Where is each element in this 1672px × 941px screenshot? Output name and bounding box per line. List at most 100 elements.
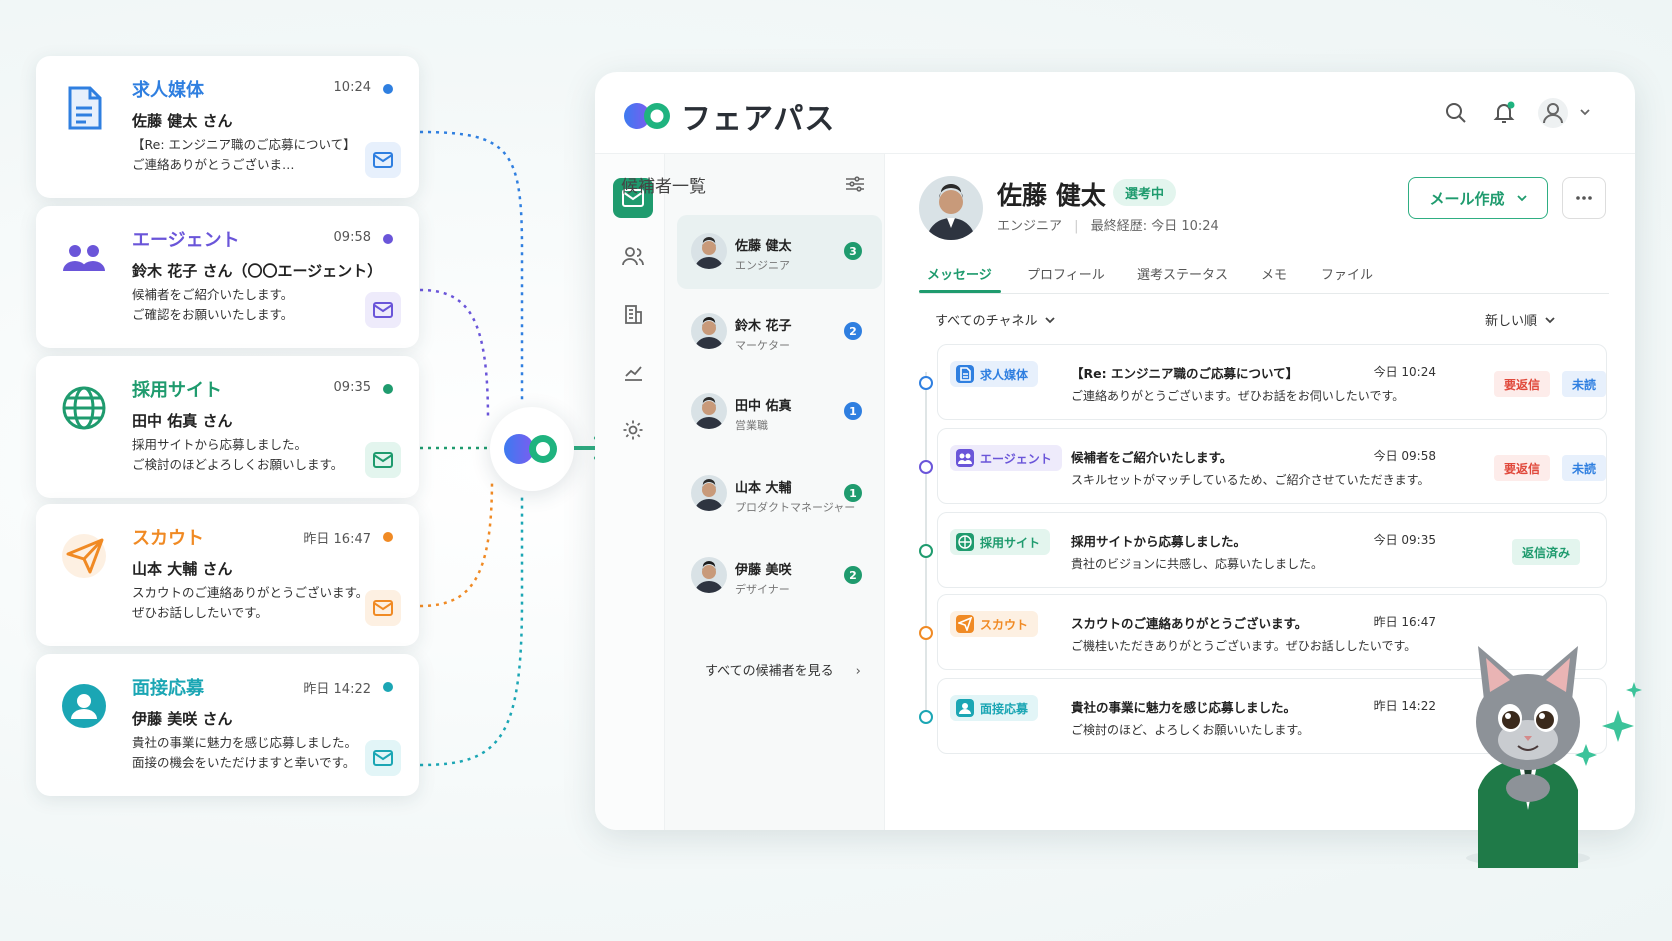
count-badge: 1 bbox=[844, 402, 862, 420]
brand-name: フェアパス bbox=[681, 102, 836, 137]
source-sender: 山本 大輔 さん bbox=[132, 560, 233, 578]
mail-icon[interactable] bbox=[365, 740, 401, 776]
message-body: ご機桂いただきありがとうございます。ぜひお話ししたいです。 bbox=[1071, 639, 1417, 653]
timeline-node bbox=[919, 460, 933, 474]
message-item[interactable]: エージェント 候補者をご紹介いたします。 スキルセットがマッチしているため、ご紹… bbox=[937, 428, 1607, 504]
message-time: 今日 10:24 bbox=[1373, 365, 1436, 379]
see-all-candidates[interactable]: すべての候補者を見る › bbox=[705, 660, 861, 679]
candidate-item[interactable]: 田中 佑真 営業職 1 bbox=[677, 375, 882, 449]
tab-messages[interactable]: メッセージ bbox=[927, 264, 992, 283]
bell-icon[interactable] bbox=[1491, 100, 1517, 126]
candidate-item[interactable]: 佐藤 健太 エンジニア 3 bbox=[677, 215, 882, 289]
channel-icon bbox=[956, 365, 974, 383]
timeline-node bbox=[919, 544, 933, 558]
unread-dot bbox=[383, 84, 393, 94]
unread-dot bbox=[383, 234, 393, 244]
nav-settings[interactable] bbox=[613, 410, 653, 450]
candidates-header: 候補者一覧 bbox=[621, 177, 706, 197]
channel-filter[interactable]: すべてのチャネル bbox=[935, 310, 1056, 329]
source-card-interview[interactable]: 面接応募 昨日 14:22 伊藤 美咲 さん 貴社の事業に魅力を感じ応募しました… bbox=[36, 654, 419, 796]
candidate-role: プロダクトマネージャー bbox=[735, 501, 856, 514]
filter-icon[interactable] bbox=[845, 176, 865, 196]
candidate-item[interactable]: 山本 大輔 プロダクトマネージャー 1 bbox=[677, 457, 882, 531]
nav-rail bbox=[595, 154, 665, 830]
chevron-down-icon bbox=[1516, 195, 1527, 202]
channel-icon bbox=[956, 533, 974, 551]
source-line-1: 採用サイトから応募しました。 bbox=[132, 437, 308, 452]
message-item[interactable]: 求人媒体 【Re: エンジニア職のご応募について】 ご連絡ありがとうございます。… bbox=[937, 344, 1607, 420]
message-tag[interactable]: 未読 bbox=[1562, 455, 1606, 481]
nav-company[interactable] bbox=[613, 294, 653, 334]
fairpass-logo-icon bbox=[504, 434, 557, 464]
message-body: ご検討のほど、よろしくお願いいたします。 bbox=[1071, 723, 1310, 737]
status-badge: 選考中 bbox=[1113, 179, 1177, 206]
candidate-name: 鈴木 花子 bbox=[735, 319, 792, 334]
more-options-button[interactable] bbox=[1562, 177, 1606, 219]
unread-dot bbox=[383, 384, 393, 394]
source-card-site[interactable]: 採用サイト 09:35 田中 佑真 さん 採用サイトから応募しました。 ご検討の… bbox=[36, 356, 419, 498]
candidate-name: 佐藤 健太 bbox=[735, 239, 792, 254]
message-tag[interactable]: 要返信 bbox=[1494, 455, 1551, 481]
source-line-2: ご検討のほどよろしくお願いします。 bbox=[132, 457, 344, 472]
user-menu[interactable] bbox=[1535, 98, 1595, 128]
app-header: フェアパス bbox=[595, 72, 1635, 154]
mail-icon[interactable] bbox=[365, 142, 401, 178]
avatar bbox=[691, 313, 727, 349]
candidate-item[interactable]: 伊藤 美咲 デザイナー 2 bbox=[677, 539, 882, 613]
nav-analytics[interactable] bbox=[613, 352, 653, 392]
users-icon bbox=[622, 247, 644, 266]
source-title: スカウト bbox=[132, 528, 204, 549]
last-contact: 最終経歴: 今日 10:24 bbox=[1090, 219, 1219, 234]
tab-memo[interactable]: メモ bbox=[1261, 264, 1287, 283]
brand[interactable]: フェアパス bbox=[623, 94, 835, 138]
chevron-down-icon bbox=[1545, 316, 1555, 323]
message-tag[interactable]: 返信済み bbox=[1512, 539, 1581, 565]
mail-icon[interactable] bbox=[365, 442, 401, 478]
message-title: 採用サイトから応募しました。 bbox=[1071, 534, 1247, 549]
profile-avatar bbox=[919, 176, 983, 240]
source-time: 10:24 bbox=[333, 80, 371, 95]
source-title: 面接応募 bbox=[132, 678, 204, 699]
chart-icon bbox=[625, 366, 642, 381]
message-title: 貴社の事業に魅力を感じ応募しました。 bbox=[1071, 700, 1297, 715]
tabs: メッセージ プロフィール 選考ステータス メモ ファイル bbox=[919, 258, 1609, 294]
tab-profile[interactable]: プロフィール bbox=[1027, 264, 1105, 283]
source-title: 求人媒体 bbox=[132, 80, 204, 101]
candidate-role: 営業職 bbox=[735, 419, 768, 432]
nav-candidates[interactable] bbox=[613, 236, 653, 276]
source-title: 採用サイト bbox=[132, 380, 222, 401]
avatar bbox=[691, 233, 727, 269]
channel-tag: 採用サイト bbox=[950, 529, 1051, 555]
candidate-item[interactable]: 鈴木 花子 マーケター 2 bbox=[677, 295, 882, 369]
document-icon bbox=[60, 84, 108, 132]
search-icon[interactable] bbox=[1443, 100, 1469, 126]
message-item[interactable]: 採用サイト 採用サイトから応募しました。 貴社のビジョンに共感し、応募いたしまし… bbox=[937, 512, 1607, 588]
message-time: 今日 09:58 bbox=[1373, 449, 1436, 463]
tab-files[interactable]: ファイル bbox=[1321, 264, 1373, 283]
sort-filter[interactable]: 新しい順 bbox=[1485, 310, 1555, 329]
message-tag[interactable]: 未読 bbox=[1562, 371, 1606, 397]
timeline-line bbox=[925, 372, 927, 712]
message-tag[interactable]: 要返信 bbox=[1494, 371, 1551, 397]
channel-tag: エージェント bbox=[950, 445, 1062, 471]
channel-icon bbox=[956, 449, 974, 467]
unread-dot bbox=[383, 532, 393, 542]
source-card-scout[interactable]: スカウト 昨日 16:47 山本 大輔 さん スカウトのご連絡ありがとうございま… bbox=[36, 504, 419, 646]
channel-tag: 求人媒体 bbox=[950, 361, 1039, 387]
source-card-media[interactable]: 求人媒体 10:24 佐藤 健太 さん 【Re: エンジニア職のご応募について】… bbox=[36, 56, 419, 198]
message-body: ご連絡ありがとうございます。ぜひお話をお伺いしたいです。 bbox=[1071, 389, 1405, 403]
message-time: 昨日 16:47 bbox=[1373, 615, 1436, 629]
source-card-agent[interactable]: エージェント 09:58 鈴木 花子 さん（〇〇エージェント） 候補者をご紹介い… bbox=[36, 206, 419, 348]
mail-icon[interactable] bbox=[365, 292, 401, 328]
person-photo-icon bbox=[919, 176, 983, 240]
source-line-2: ぜひお話ししたいです。 bbox=[132, 605, 268, 620]
source-line-2: ご連絡ありがとうございま… bbox=[132, 157, 295, 172]
tab-status[interactable]: 選考ステータス bbox=[1137, 264, 1228, 283]
channel-tag: スカウト bbox=[950, 611, 1039, 637]
compose-mail-button[interactable]: メール作成 bbox=[1408, 177, 1548, 219]
channel-tag: 面接応募 bbox=[950, 695, 1039, 721]
avatar bbox=[691, 393, 727, 429]
mail-icon[interactable] bbox=[365, 590, 401, 626]
users-icon bbox=[60, 234, 108, 282]
channel-icon bbox=[956, 615, 974, 633]
